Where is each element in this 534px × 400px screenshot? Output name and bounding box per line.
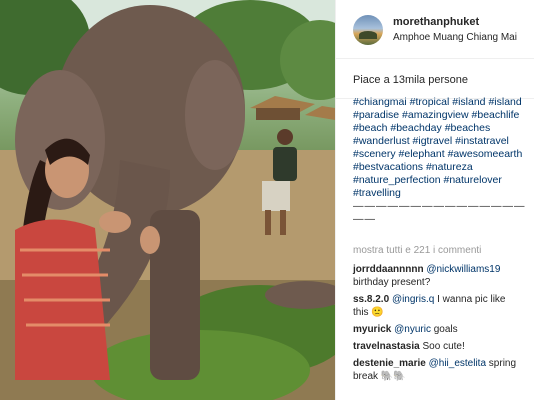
hashtag[interactable]: #igtravel [413, 135, 453, 147]
hashtag[interactable]: #tropical [410, 96, 450, 108]
caption-divider: ——————————————— [353, 200, 526, 212]
caption-line-3: #beach #beachday #beaches [353, 122, 534, 135]
comment-mention[interactable]: @ingris.q [392, 294, 434, 305]
comment-item: myurick @nyuric goals [353, 323, 534, 336]
hashtag[interactable]: #nature_perfection [353, 174, 441, 186]
hashtag[interactable]: #beachlife [472, 109, 520, 121]
hashtag[interactable]: #travelling [353, 187, 401, 199]
hashtag[interactable]: #amazingview [402, 109, 469, 121]
hashtag[interactable]: #beachday [390, 122, 441, 134]
comment-username[interactable]: jorrddaannnnn [353, 264, 424, 275]
hashtag[interactable]: #naturelover [444, 174, 502, 186]
comment-text: I wanna pic like [437, 294, 506, 305]
hashtag[interactable]: #beach [353, 122, 387, 134]
hashtag[interactable]: #beaches [445, 122, 491, 134]
comment-text: goals [433, 324, 458, 335]
hashtag[interactable]: #instatravel [455, 135, 509, 147]
caption-line-4: #wanderlust #igtravel #instatravel [353, 135, 534, 148]
post-caption: #chiangmai #tropical #island #island #pa… [353, 96, 534, 234]
caption-divider: —— [353, 213, 376, 225]
comment-mention[interactable]: @hii_estelita [429, 358, 486, 369]
elephant-photo-illustration [0, 0, 335, 400]
comments-list: jorrddaannnnn @nickwilliams19 birthday p… [353, 263, 534, 387]
caption-line-7: #nature_perfection #naturelover [353, 174, 534, 187]
comment-text: birthday present? [353, 277, 431, 288]
post-location[interactable]: Amphoe Muang Chiang Mai [393, 32, 517, 43]
hashtag[interactable]: #bestvacations [353, 161, 423, 173]
post-photo [0, 0, 335, 400]
caption-line-2: #paradise #amazingview #beachlife [353, 109, 534, 122]
comment-username[interactable]: travelnastasia [353, 341, 420, 352]
caption-line-5: #scenery #elephant #awesomeearth [353, 148, 534, 161]
likes-section: Piace a 13mila persone [336, 58, 534, 99]
hashtag[interactable]: #elephant [399, 148, 445, 160]
avatar[interactable] [353, 15, 383, 45]
comment-text-continued: break 🐘🐘 [353, 371, 406, 382]
comment-username[interactable]: myurick [353, 324, 391, 335]
hashtag[interactable]: #island [452, 96, 485, 108]
hashtag[interactable]: #wanderlust [353, 135, 410, 147]
caption-line-6: #bestvacations #natureza [353, 161, 534, 174]
post-header: morethanphuket Amphoe Muang Chiang Mai [336, 0, 534, 59]
hashtag[interactable]: #paradise [353, 109, 399, 121]
comment-mention[interactable]: @nyuric [394, 324, 431, 335]
hashtag[interactable]: #chiangmai [353, 96, 407, 108]
likes-count[interactable]: Piace a 13mila persone [353, 74, 468, 86]
comment-item: ss.8.2.0 @ingris.q I wanna pic like this… [353, 293, 534, 319]
comment-text: Soo cute! [422, 341, 465, 352]
comment-item: travelnastasia Soo cute! [353, 340, 534, 353]
hashtag[interactable]: #awesomeearth [448, 148, 523, 160]
post-username[interactable]: morethanphuket [393, 16, 479, 28]
show-all-comments-link[interactable]: mostra tutti e 221 i commenti [353, 245, 481, 256]
post-details-panel: morethanphuket Amphoe Muang Chiang Mai P… [335, 0, 534, 400]
comment-mention[interactable]: @nickwilliams19 [426, 264, 500, 275]
comment-item: destenie_marie @hii_estelita spring brea… [353, 357, 534, 383]
caption-line-1: #chiangmai #tropical #island #island [353, 96, 534, 109]
comment-username[interactable]: ss.8.2.0 [353, 294, 389, 305]
comment-username[interactable]: destenie_marie [353, 358, 426, 369]
hashtag[interactable]: #natureza [426, 161, 473, 173]
hashtag[interactable]: #island [488, 96, 521, 108]
comment-text-continued: this 🙁 [353, 307, 384, 318]
comment-item: jorrddaannnnn @nickwilliams19 birthday p… [353, 263, 534, 289]
hashtag[interactable]: #scenery [353, 148, 396, 160]
comment-text: spring [488, 358, 517, 369]
caption-line-8: #travelling [353, 187, 534, 200]
